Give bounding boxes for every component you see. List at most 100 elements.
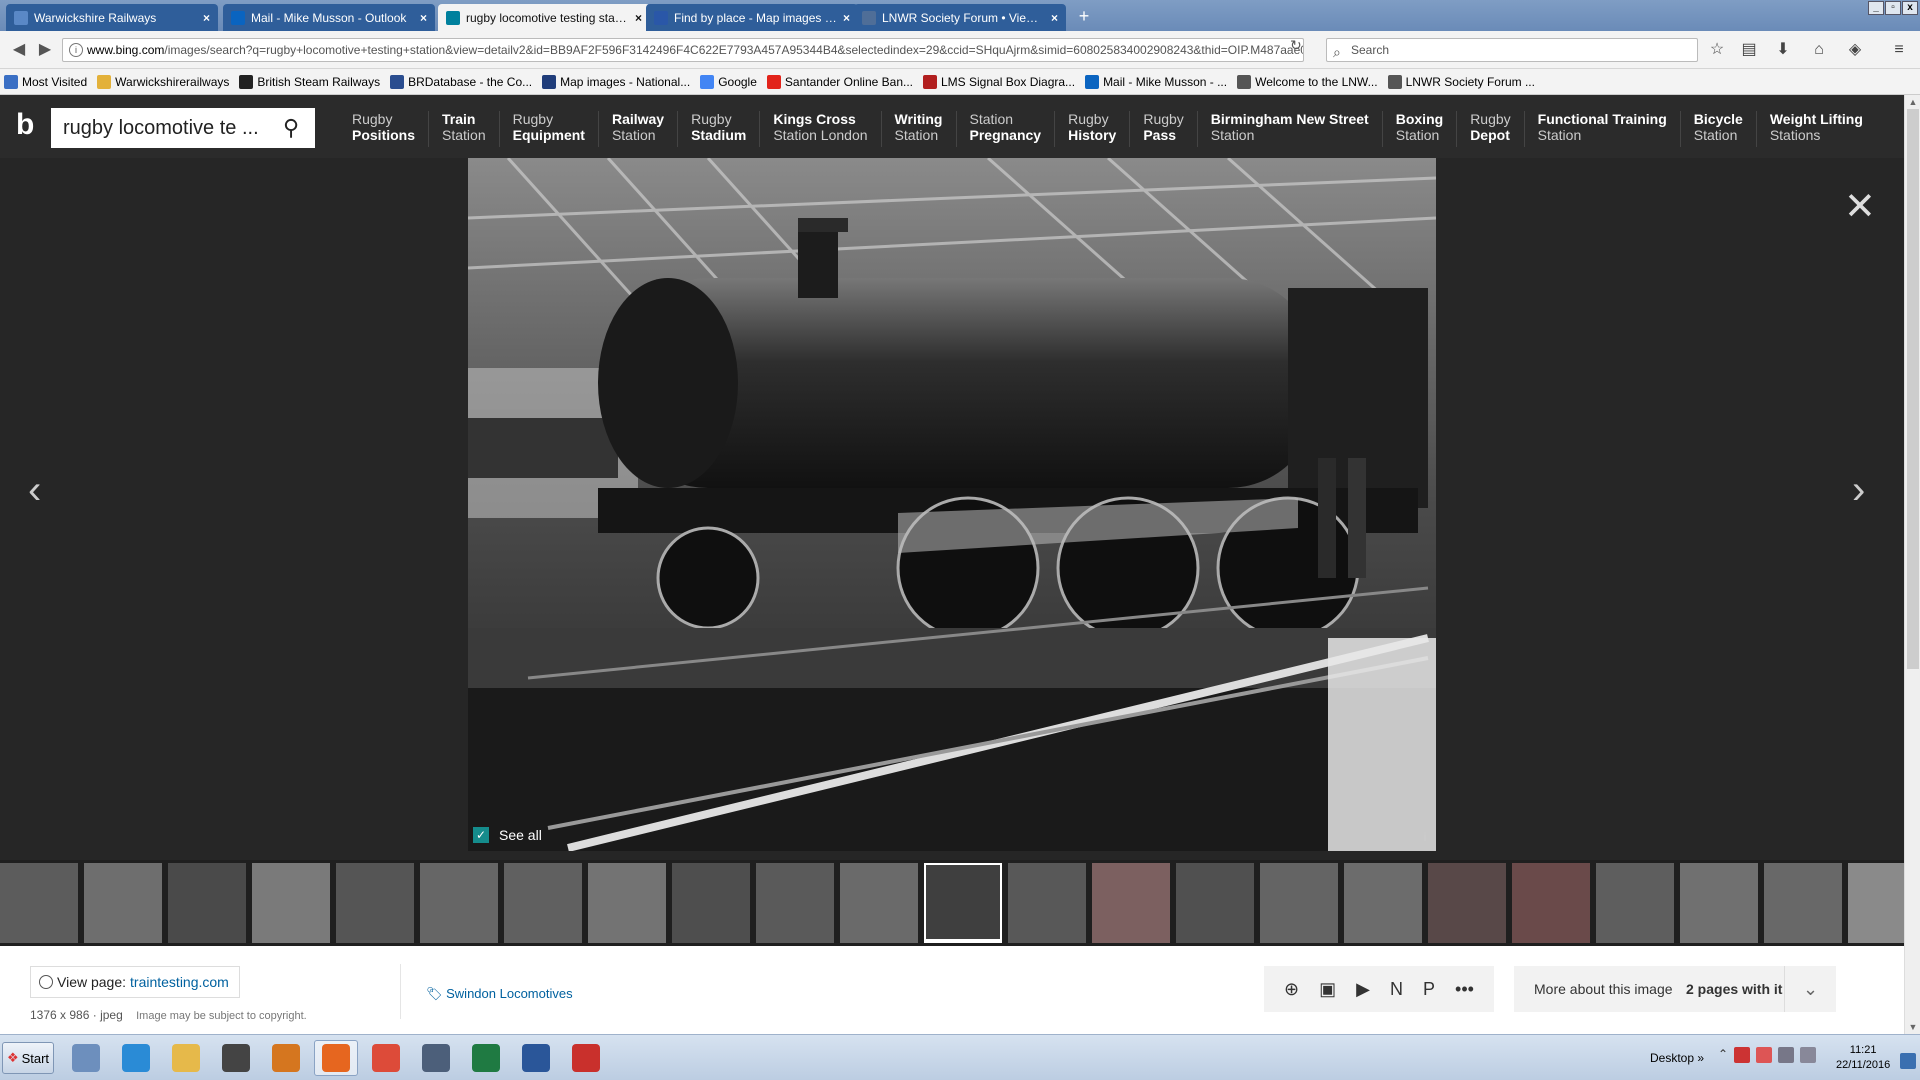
tag-link[interactable]: 🏷 Swindon Locomotives	[426, 986, 573, 1002]
file-explorer-icon[interactable]	[164, 1040, 208, 1076]
related-search-item[interactable]: Weight Lifting Stations	[1755, 111, 1876, 147]
chrome-icon[interactable]	[364, 1040, 408, 1076]
scroll-down-icon[interactable]: ▼	[1905, 1020, 1920, 1034]
bookmark-item[interactable]: British Steam Railways	[239, 74, 380, 89]
related-search-item[interactable]: Functional Training Station	[1523, 111, 1680, 147]
internet-explorer-icon[interactable]	[114, 1040, 158, 1076]
play-video-icon[interactable]: ▶	[1356, 979, 1370, 1000]
thumbnail-item[interactable]	[1764, 863, 1842, 943]
close-tab-icon[interactable]: ×	[420, 11, 427, 25]
excel-icon[interactable]	[464, 1040, 508, 1076]
eye-app-icon[interactable]	[214, 1040, 258, 1076]
thumbnail-item[interactable]	[588, 863, 666, 943]
calculator-icon[interactable]	[64, 1040, 108, 1076]
forward-arrow-icon[interactable]: ▶	[34, 40, 56, 62]
bing-logo-icon[interactable]: b	[16, 109, 40, 143]
bookmark-item[interactable]: LMS Signal Box Diagra...	[923, 74, 1075, 89]
thumbnail-item[interactable]	[1848, 863, 1904, 943]
thumbnail-item[interactable]	[420, 863, 498, 943]
start-button[interactable]: ❖ Start	[2, 1042, 54, 1074]
thumbnail-item[interactable]	[1680, 863, 1758, 943]
pinterest-icon[interactable]: P	[1423, 979, 1435, 1000]
thumbnail-item[interactable]	[1008, 863, 1086, 943]
tray-expand-icon[interactable]: ⌃	[1718, 1047, 1728, 1063]
tab-4[interactable]: LNWR Society Forum • View topic ... ×	[854, 4, 1066, 31]
thumbnail-item[interactable]	[1092, 863, 1170, 943]
thumbnail-item[interactable]	[1512, 863, 1590, 943]
close-window-button[interactable]: x	[1902, 1, 1918, 15]
related-search-item[interactable]: Rugby Positions	[339, 111, 428, 147]
thumbnail-item[interactable]	[0, 863, 78, 943]
info-icon[interactable]: i	[1418, 830, 1432, 846]
scroll-thumb[interactable]	[1907, 109, 1919, 669]
main-image[interactable]	[468, 158, 1436, 851]
related-search-item[interactable]: Rugby Depot	[1456, 111, 1523, 147]
related-search-item[interactable]: Rugby Equipment	[498, 111, 598, 147]
related-search-item[interactable]: Railway Station	[597, 111, 677, 147]
thumbnail-item[interactable]	[1260, 863, 1338, 943]
thumbnail-item[interactable]	[672, 863, 750, 943]
onenote-icon[interactable]: N	[1390, 979, 1403, 1000]
new-tab-button[interactable]: +	[1073, 6, 1095, 28]
bookmark-item[interactable]: Most Visited	[4, 74, 87, 89]
close-tab-icon[interactable]: ×	[635, 11, 642, 25]
chevron-down-icon[interactable]: ⌄	[1784, 966, 1836, 1012]
bookmark-item[interactable]: Google	[700, 74, 757, 89]
related-search-item[interactable]: Boxing Station	[1381, 111, 1456, 147]
image-icon[interactable]: ▣	[1319, 979, 1336, 1000]
bing-search-input[interactable]	[51, 116, 271, 140]
back-arrow-icon[interactable]: ◀	[8, 40, 30, 62]
more-options-icon[interactable]: •••	[1455, 979, 1474, 1000]
restore-button[interactable]: ▫	[1885, 1, 1901, 15]
thumbnail-item[interactable]	[168, 863, 246, 943]
thumbnail-item[interactable]	[924, 863, 1002, 943]
thumbnail-item[interactable]	[756, 863, 834, 943]
view-page-link[interactable]: traintesting.com	[130, 974, 229, 990]
related-search-item[interactable]: Rugby Stadium	[677, 111, 759, 147]
site-info-icon[interactable]: i	[69, 43, 83, 57]
show-desktop-button[interactable]	[1900, 1053, 1916, 1069]
tab-1[interactable]: Mail - Mike Musson - Outlook ×	[223, 4, 435, 31]
bookmark-item[interactable]: Welcome to the LNW...	[1237, 74, 1378, 89]
close-tab-icon[interactable]: ×	[203, 11, 210, 25]
network-drive-icon[interactable]	[414, 1040, 458, 1076]
desktop-toolbar[interactable]: Desktop »	[1650, 1051, 1704, 1065]
minimize-button[interactable]: _	[1868, 1, 1884, 15]
page-scrollbar[interactable]: ▲ ▼	[1904, 95, 1920, 1034]
more-about-panel[interactable]: More about this image 2 pages with it ⌄	[1514, 966, 1836, 1012]
bookmark-item[interactable]: BRDatabase - the Co...	[390, 74, 532, 89]
word-icon[interactable]	[514, 1040, 558, 1076]
thumbnail-item[interactable]	[1344, 863, 1422, 943]
tab-0[interactable]: Warwickshire Railways ×	[6, 4, 218, 31]
view-page-button[interactable]: View page: traintesting.com	[30, 966, 240, 998]
system-clock[interactable]: 11:21 22/11/2016	[1836, 1043, 1890, 1073]
close-tab-icon[interactable]: ×	[843, 11, 850, 25]
thumbnail-item[interactable]	[1596, 863, 1674, 943]
tray-app-icon[interactable]	[1734, 1047, 1751, 1063]
tray-app-icon[interactable]	[1756, 1047, 1773, 1063]
related-search-item[interactable]: Bicycle Station	[1679, 111, 1756, 147]
see-all-toggle[interactable]: ✓ See all	[473, 823, 542, 847]
tray-volume-icon[interactable]	[1800, 1047, 1817, 1063]
checkbox-icon[interactable]: ✓	[473, 827, 489, 843]
home-icon[interactable]: ⌂	[1808, 40, 1830, 62]
thumbnail-item[interactable]	[840, 863, 918, 943]
bookmark-item[interactable]: LNWR Society Forum ...	[1387, 74, 1535, 89]
thumbnail-item[interactable]	[504, 863, 582, 943]
bookmark-item[interactable]: Mail - Mike Musson - ...	[1085, 74, 1227, 89]
address-bar[interactable]: i www.bing.com/images/search?q=rugby+loc…	[62, 38, 1304, 62]
related-search-item[interactable]: Rugby Pass	[1129, 111, 1196, 147]
hamburger-menu-icon[interactable]: ≡	[1888, 40, 1910, 62]
prev-image-icon[interactable]: ‹	[28, 468, 41, 513]
related-search-item[interactable]: Station Pregnancy	[955, 111, 1055, 147]
related-search-item[interactable]: Birmingham New Street Station	[1196, 111, 1382, 147]
tray-network-icon[interactable]	[1778, 1047, 1795, 1063]
related-search-item[interactable]: Train Station	[428, 111, 499, 147]
related-search-item[interactable]: Kings Cross Station London	[759, 111, 880, 147]
bookmark-item[interactable]: Map images - National...	[542, 74, 690, 89]
thumbnail-item[interactable]	[1428, 863, 1506, 943]
browser-search-input[interactable]: ⌕ Search	[1326, 38, 1698, 62]
thumbnail-item[interactable]	[84, 863, 162, 943]
thumbnail-item[interactable]	[252, 863, 330, 943]
paint-icon[interactable]	[264, 1040, 308, 1076]
